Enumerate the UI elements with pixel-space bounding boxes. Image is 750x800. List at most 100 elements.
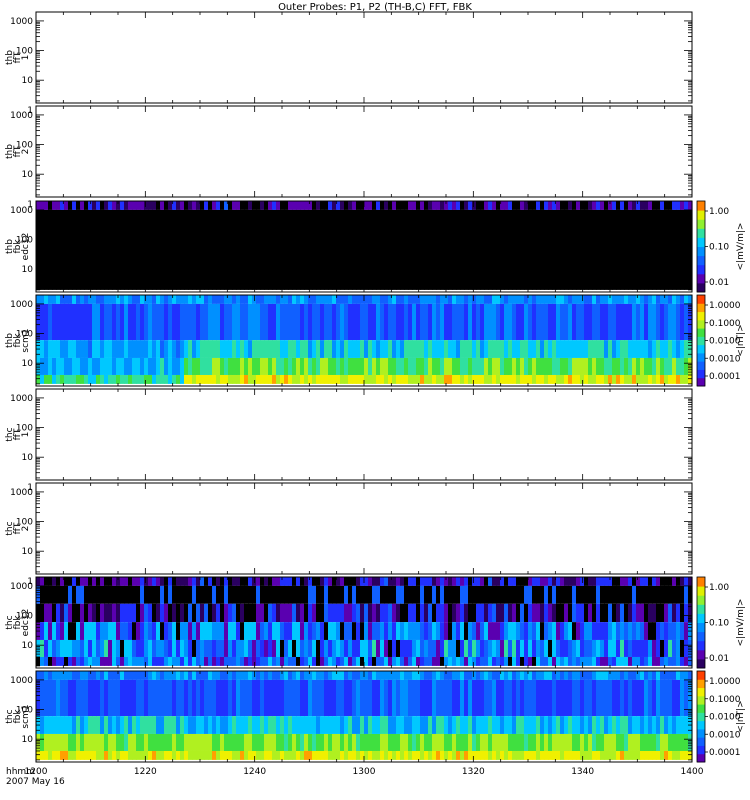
heatmap-cell — [128, 201, 133, 210]
heatmap-cell — [312, 671, 317, 680]
heatmap-cell — [452, 295, 457, 304]
ytick-label: 10 — [22, 641, 34, 651]
heatmap-cell — [416, 374, 421, 384]
heatmap-cell — [64, 340, 69, 358]
heatmap-cell — [660, 603, 665, 623]
heatmap-cell — [172, 639, 177, 657]
heatmap-cell — [524, 622, 529, 640]
heatmap-cell — [508, 679, 513, 717]
heatmap-cell — [504, 716, 509, 734]
heatmap-cell — [232, 622, 237, 640]
heatmap-cell — [552, 201, 557, 210]
heatmap-cell — [548, 639, 553, 657]
heatmap-cell — [232, 603, 237, 623]
heatmap-cell — [216, 340, 221, 358]
heatmap-cell — [388, 603, 393, 623]
heatmap-cell — [372, 671, 377, 680]
heatmap-cell — [624, 357, 629, 375]
heatmap-cell — [616, 603, 621, 623]
heatmap-cell — [480, 716, 485, 734]
heatmap-cell — [328, 585, 333, 604]
heatmap-cell — [344, 209, 349, 290]
heatmap-cell — [668, 656, 673, 666]
heatmap-cell — [340, 750, 345, 760]
heatmap-cell — [596, 577, 601, 586]
heatmap-cell — [356, 603, 361, 623]
heatmap-cell — [440, 656, 445, 666]
heatmap-cell — [312, 656, 317, 666]
heatmap-cell — [316, 201, 321, 210]
heatmap-cell — [104, 679, 109, 717]
heatmap-cell — [72, 374, 77, 384]
heatmap-cell — [352, 656, 357, 666]
heatmap-cell — [56, 750, 61, 760]
heatmap-cell — [396, 201, 401, 210]
heatmap-cell — [464, 577, 469, 586]
heatmap-cell — [80, 679, 85, 717]
heatmap-cell — [384, 357, 389, 375]
heatmap-cell — [192, 585, 197, 604]
heatmap-cell — [280, 209, 285, 290]
heatmap-cell — [648, 716, 653, 734]
heatmap-cell — [352, 303, 357, 341]
heatmap-cell — [372, 733, 377, 751]
heatmap-cell — [388, 671, 393, 680]
heatmap-cell — [644, 374, 649, 384]
heatmap-cell — [440, 209, 445, 290]
heatmap-cell — [356, 716, 361, 734]
heatmap-cell — [356, 639, 361, 657]
heatmap-cell — [112, 603, 117, 623]
heatmap-cell — [636, 656, 641, 666]
heatmap-cell — [548, 656, 553, 666]
heatmap-cell — [52, 603, 57, 623]
heatmap-cell — [672, 671, 677, 680]
heatmap-cell — [656, 716, 661, 734]
heatmap-cell — [652, 295, 657, 304]
heatmap-cell — [216, 209, 221, 290]
heatmap-cell — [264, 577, 269, 586]
heatmap-cell — [604, 622, 609, 640]
heatmap-cell — [296, 585, 301, 604]
heatmap-cell — [480, 374, 485, 384]
heatmap-cell — [640, 209, 645, 290]
heatmap-cell — [408, 716, 413, 734]
heatmap-cell — [316, 656, 321, 666]
heatmap-cell — [324, 671, 329, 680]
heatmap-cell — [660, 209, 665, 290]
heatmap-cell — [384, 201, 389, 210]
heatmap-cell — [576, 603, 581, 623]
heatmap-cell — [600, 679, 605, 717]
colorbar-segment — [697, 246, 705, 257]
heatmap-cell — [548, 295, 553, 304]
heatmap-cell — [76, 622, 81, 640]
heatmap-cell — [44, 374, 49, 384]
heatmap-cell — [136, 201, 141, 210]
heatmap-cell — [632, 716, 637, 734]
heatmap-cell — [308, 716, 313, 734]
heatmap-cell — [68, 733, 73, 751]
heatmap-cell — [264, 209, 269, 290]
heatmap-cell — [352, 374, 357, 384]
heatmap-cell — [40, 209, 45, 290]
heatmap-cell — [112, 716, 117, 734]
heatmap-cell — [264, 303, 269, 341]
heatmap-cell — [596, 340, 601, 358]
heatmap-cell — [248, 733, 253, 751]
heatmap-cell — [224, 577, 229, 586]
heatmap-cell — [128, 577, 133, 586]
heatmap-cell — [428, 639, 433, 657]
heatmap-cell — [56, 622, 61, 640]
heatmap-cell — [656, 603, 661, 623]
heatmap-cell — [48, 303, 53, 341]
heatmap-cell — [336, 679, 341, 717]
heatmap-cell — [120, 209, 125, 290]
heatmap-cell — [332, 679, 337, 717]
heatmap-cell — [112, 201, 117, 210]
heatmap-cell — [208, 716, 213, 734]
heatmap-cell — [220, 577, 225, 586]
colorbar-segment — [697, 219, 705, 229]
heatmap-cell — [652, 603, 657, 623]
heatmap-cell — [420, 209, 425, 290]
heatmap-cell — [252, 622, 257, 640]
heatmap-cell — [44, 679, 49, 717]
